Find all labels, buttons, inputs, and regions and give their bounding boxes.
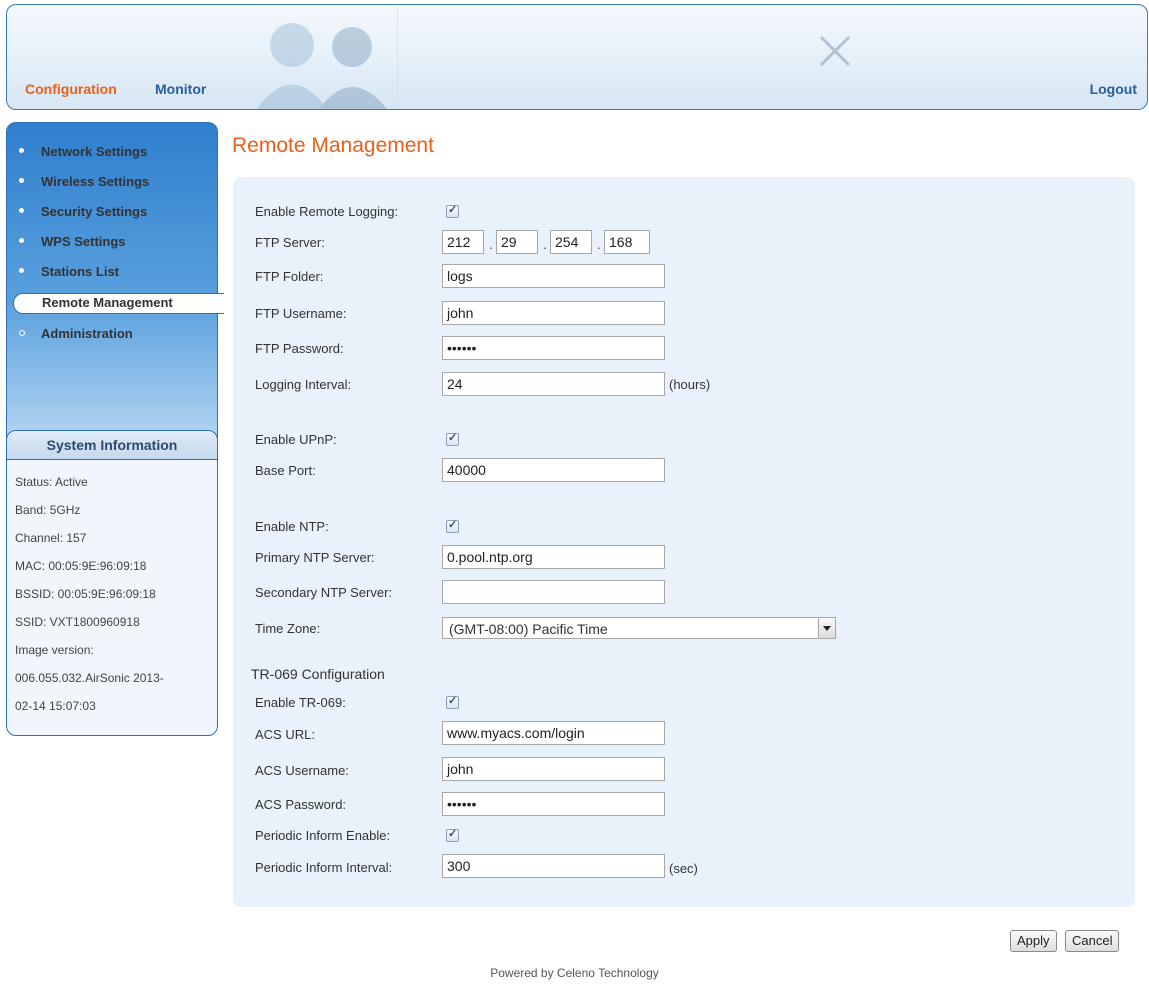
periodic-inform-interval-label: Periodic Inform Interval: bbox=[255, 860, 393, 875]
ftp-server-octet-2[interactable]: 29 bbox=[496, 230, 538, 254]
brand-x-logo bbox=[819, 35, 851, 67]
primary-ntp-input[interactable]: 0.pool.ntp.org bbox=[442, 545, 665, 569]
ftp-username-input[interactable]: john bbox=[442, 301, 665, 325]
sidebar-item-administration[interactable]: Administration bbox=[7, 321, 217, 347]
system-information-title: System Information bbox=[7, 431, 217, 460]
acs-username-input[interactable]: john bbox=[442, 757, 665, 781]
ip-dot-separator: . bbox=[543, 236, 547, 252]
sidebar-item-wps-settings[interactable]: WPS Settings bbox=[7, 229, 217, 255]
chevron-down-icon[interactable] bbox=[818, 618, 835, 638]
ftp-server-label: FTP Server: bbox=[255, 235, 325, 250]
nav-configuration[interactable]: Configuration bbox=[25, 81, 117, 97]
image-version-line2: 02-14 15:07:03 bbox=[15, 699, 96, 713]
ip-dot-separator: . bbox=[597, 236, 601, 252]
time-zone-label: Time Zone: bbox=[255, 621, 321, 636]
sidebar-item-network-settings[interactable]: Network Settings bbox=[7, 139, 217, 165]
band-text: Band: 5GHz bbox=[15, 503, 81, 517]
acs-username-label: ACS Username: bbox=[255, 763, 349, 778]
sidebar-item-wireless-settings[interactable]: Wireless Settings bbox=[7, 169, 217, 195]
logging-interval-input[interactable]: 24 bbox=[442, 372, 665, 396]
ftp-server-octet-1[interactable]: 212 bbox=[442, 230, 484, 254]
acs-password-input[interactable]: •••••• bbox=[442, 792, 665, 816]
logging-interval-unit: (hours) bbox=[669, 377, 711, 392]
primary-ntp-label: Primary NTP Server: bbox=[255, 550, 375, 565]
sidebar-menu: Network Settings Wireless Settings Secur… bbox=[6, 122, 224, 450]
logout-link[interactable]: Logout bbox=[1090, 81, 1137, 97]
base-port-label: Base Port: bbox=[255, 463, 316, 478]
time-zone-value: (GMT-08:00) Pacific Time bbox=[449, 621, 608, 637]
base-port-input[interactable]: 40000 bbox=[442, 458, 665, 482]
enable-tr069-checkbox[interactable] bbox=[446, 694, 459, 709]
sidebar-item-label: Network Settings bbox=[41, 144, 148, 159]
banner-frame bbox=[397, 5, 938, 109]
image-version-label: Image version: bbox=[15, 643, 94, 657]
sidebar-item-security-settings[interactable]: Security Settings bbox=[7, 199, 217, 225]
periodic-inform-interval-input[interactable]: 300 bbox=[442, 854, 665, 878]
bullet-icon bbox=[19, 178, 24, 183]
bullet-icon bbox=[19, 208, 24, 213]
enable-ntp-checkbox[interactable] bbox=[446, 518, 459, 533]
bssid-text: BSSID: 00:05:9E:96:09:18 bbox=[15, 587, 156, 601]
sidebar-item-label: Stations List bbox=[41, 264, 120, 279]
enable-ntp-label: Enable NTP: bbox=[255, 519, 329, 534]
mac-text: MAC: 00:05:9E:96:09:18 bbox=[15, 559, 147, 573]
sidebar-item-label: WPS Settings bbox=[41, 234, 126, 249]
ip-dot-separator: . bbox=[489, 236, 493, 252]
sidebar-item-remote-management[interactable]: Remote Management bbox=[13, 293, 224, 314]
top-header: Configuration Monitor Logout bbox=[6, 4, 1148, 110]
channel-text: Channel: 157 bbox=[15, 531, 87, 545]
acs-url-label: ACS URL: bbox=[255, 727, 315, 742]
acs-url-input[interactable]: www.myacs.com/login bbox=[442, 721, 665, 745]
remote-management-form: Enable Remote Logging: FTP Server: 212 .… bbox=[233, 177, 1135, 907]
ftp-folder-label: FTP Folder: bbox=[255, 269, 324, 284]
ftp-server-octet-4[interactable]: 168 bbox=[604, 230, 650, 254]
bullet-icon bbox=[19, 238, 24, 243]
ftp-username-label: FTP Username: bbox=[255, 306, 347, 321]
secondary-ntp-label: Secondary NTP Server: bbox=[255, 585, 393, 600]
periodic-inform-enable-checkbox[interactable] bbox=[446, 827, 459, 842]
ssid-text: SSID: VXT1800960918 bbox=[15, 615, 140, 629]
sidebar-item-label: Remote Management bbox=[42, 295, 173, 310]
enable-remote-logging-checkbox[interactable] bbox=[446, 203, 459, 218]
enable-remote-logging-label: Enable Remote Logging: bbox=[255, 204, 399, 219]
ftp-server-octet-3[interactable]: 254 bbox=[550, 230, 592, 254]
bullet-icon bbox=[19, 148, 24, 153]
acs-password-label: ACS Password: bbox=[255, 797, 347, 812]
bullet-icon bbox=[19, 268, 24, 273]
cancel-button[interactable]: Cancel bbox=[1065, 930, 1120, 952]
enable-tr069-label: Enable TR-069: bbox=[255, 695, 346, 710]
ftp-folder-input[interactable]: logs bbox=[442, 264, 665, 288]
footer-text: Powered by Celeno Technology bbox=[490, 966, 659, 980]
time-zone-select[interactable]: (GMT-08:00) Pacific Time bbox=[442, 617, 836, 639]
sidebar-item-stations-list[interactable]: Stations List bbox=[7, 259, 217, 285]
bullet-icon bbox=[19, 330, 25, 336]
page-title: Remote Management bbox=[232, 134, 434, 157]
periodic-inform-interval-unit: (sec) bbox=[669, 861, 698, 876]
ftp-password-input[interactable]: •••••• bbox=[442, 336, 665, 360]
sidebar-item-label: Security Settings bbox=[41, 204, 148, 219]
image-version-line1: 006.055.032.AirSonic 2013- bbox=[15, 671, 164, 685]
periodic-inform-enable-label: Periodic Inform Enable: bbox=[255, 828, 391, 843]
status-text: Status: Active bbox=[15, 475, 88, 489]
logging-interval-label: Logging Interval: bbox=[255, 377, 352, 392]
enable-upnp-label: Enable UPnP: bbox=[255, 432, 337, 447]
nav-monitor[interactable]: Monitor bbox=[155, 81, 206, 97]
enable-upnp-checkbox[interactable] bbox=[446, 431, 459, 446]
sidebar-item-label: Administration bbox=[41, 326, 133, 341]
ftp-password-label: FTP Password: bbox=[255, 341, 344, 356]
sidebar-item-label: Wireless Settings bbox=[41, 174, 150, 189]
tr069-section-heading: TR-069 Configuration bbox=[251, 666, 385, 682]
system-information-panel: System Information Status: Active Band: … bbox=[6, 430, 218, 736]
secondary-ntp-input[interactable] bbox=[442, 580, 665, 604]
apply-button[interactable]: Apply bbox=[1010, 930, 1057, 952]
